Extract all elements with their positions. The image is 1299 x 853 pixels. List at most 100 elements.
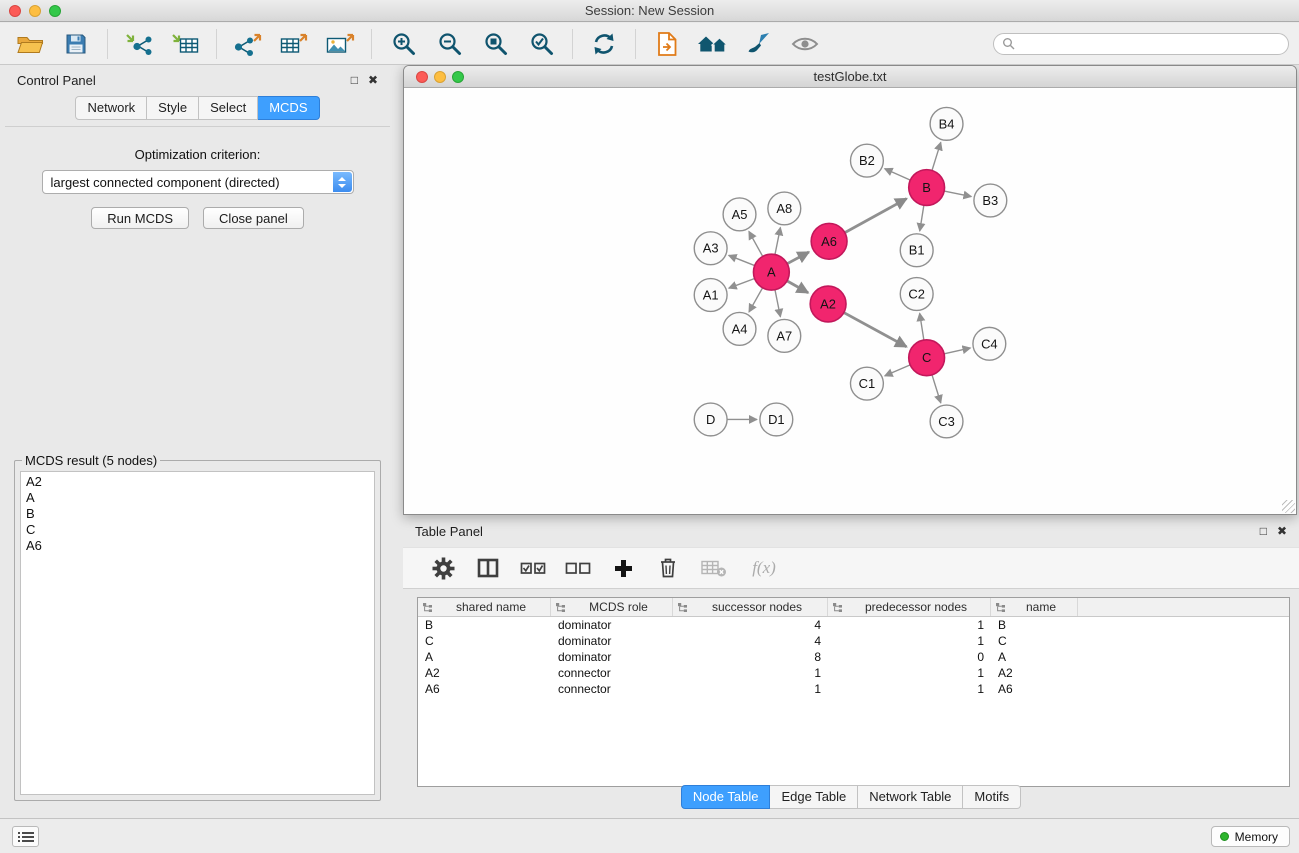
export-image-button[interactable] (322, 27, 358, 61)
graph-node-C2[interactable]: C2 (900, 278, 933, 311)
graph-edge-A-A7[interactable] (775, 290, 780, 317)
graph-edge-A-A6[interactable] (787, 252, 809, 264)
graph-edge-A-A8[interactable] (775, 227, 780, 254)
graph-edge-B-B3[interactable] (944, 191, 971, 196)
graph-node-C[interactable]: C (909, 340, 945, 376)
zoom-selected-button[interactable] (523, 27, 559, 61)
result-item[interactable]: C (26, 522, 369, 538)
column-header-name[interactable]: name (991, 598, 1078, 616)
graph-node-A[interactable]: A (753, 254, 789, 290)
table-tab-edge-table[interactable]: Edge Table (770, 785, 858, 809)
graph-node-A3[interactable]: A3 (694, 232, 727, 265)
minimize-view-button[interactable] (434, 71, 446, 83)
table-settings-button[interactable] (429, 551, 457, 585)
table-tab-node-table[interactable]: Node Table (681, 785, 771, 809)
style-button[interactable] (741, 27, 777, 61)
table-row[interactable]: Adominator80A (418, 649, 1289, 665)
function-builder-button[interactable]: f(x) (744, 551, 784, 585)
table-row[interactable]: Bdominator41B (418, 617, 1289, 633)
delete-table-button[interactable] (699, 551, 727, 585)
float-table-panel-icon[interactable]: □ (1260, 525, 1267, 537)
graph-node-C3[interactable]: C3 (930, 405, 963, 438)
close-window-button[interactable] (9, 5, 21, 17)
maximize-window-button[interactable] (49, 5, 61, 17)
result-item[interactable]: B (26, 506, 369, 522)
graph-edge-A-A2[interactable] (787, 281, 808, 293)
column-header-mcds-role[interactable]: MCDS role (551, 598, 673, 616)
deselect-all-button[interactable] (564, 551, 592, 585)
network-canvas-svg[interactable]: B4B2BB3A5A8A6B1A3AA1C2A2A4A7C4CC1DD1C3 (404, 89, 1296, 514)
graph-edge-C-C1[interactable] (885, 365, 910, 376)
column-header-shared-name[interactable]: shared name (418, 598, 551, 616)
zoom-in-button[interactable] (385, 27, 421, 61)
column-header-predecessor-nodes[interactable]: predecessor nodes (828, 598, 991, 616)
graph-node-B1[interactable]: B1 (900, 234, 933, 267)
result-item[interactable]: A2 (26, 474, 369, 490)
export-network-button[interactable] (230, 27, 266, 61)
task-history-button[interactable] (12, 826, 39, 847)
graph-edge-C-C4[interactable] (944, 348, 970, 354)
save-session-button[interactable] (58, 27, 94, 61)
column-header-successor-nodes[interactable]: successor nodes (673, 598, 828, 616)
network-window-titlebar[interactable]: testGlobe.txt (404, 66, 1296, 88)
graph-node-B[interactable]: B (909, 170, 945, 206)
export-table-button[interactable] (276, 27, 312, 61)
graph-edge-A2-C[interactable] (844, 313, 907, 347)
resize-grip[interactable] (1282, 500, 1295, 513)
show-hide-button[interactable] (787, 27, 823, 61)
show-columns-button[interactable] (474, 551, 502, 585)
graph-edge-A-A4[interactable] (749, 288, 763, 312)
table-tab-motifs[interactable]: Motifs (963, 785, 1021, 809)
table-row[interactable]: A2connector11A2 (418, 665, 1289, 681)
import-network-button[interactable] (121, 27, 157, 61)
close-panel-icon[interactable]: ✖ (368, 74, 378, 86)
add-column-button[interactable] (609, 551, 637, 585)
graph-edge-A-A3[interactable] (729, 255, 755, 265)
graph-node-D[interactable]: D (694, 403, 727, 436)
criterion-select[interactable]: largest connected component (directed) (42, 170, 354, 194)
import-table-button[interactable] (167, 27, 203, 61)
select-all-button[interactable] (519, 551, 547, 585)
close-panel-button[interactable]: Close panel (203, 207, 304, 229)
minimize-window-button[interactable] (29, 5, 41, 17)
search-input[interactable] (1020, 37, 1280, 51)
graph-node-A8[interactable]: A8 (768, 192, 801, 225)
graph-node-B4[interactable]: B4 (930, 107, 963, 140)
table-row[interactable]: A6connector11A6 (418, 681, 1289, 697)
graph-edge-B-B2[interactable] (885, 169, 911, 181)
mcds-result-list[interactable]: A2ABCA6 (20, 471, 375, 795)
graph-edge-C-C3[interactable] (932, 375, 941, 403)
graph-edge-B-B1[interactable] (920, 205, 924, 231)
graph-edge-B-B4[interactable] (932, 142, 941, 170)
graph-edge-A6-B[interactable] (845, 199, 907, 233)
new-network-from-selection-button[interactable] (649, 27, 685, 61)
graph-node-B3[interactable]: B3 (974, 184, 1007, 217)
run-mcds-button[interactable]: Run MCDS (91, 207, 189, 229)
graph-node-D1[interactable]: D1 (760, 403, 793, 436)
table-tab-network-table[interactable]: Network Table (858, 785, 963, 809)
tab-network[interactable]: Network (75, 96, 147, 120)
maximize-view-button[interactable] (452, 71, 464, 83)
graph-node-A4[interactable]: A4 (723, 312, 756, 345)
graph-node-A6[interactable]: A6 (811, 223, 847, 259)
open-session-button[interactable] (12, 27, 48, 61)
graph-node-C1[interactable]: C1 (850, 367, 883, 400)
graph-edge-C-C2[interactable] (920, 313, 924, 340)
tab-style[interactable]: Style (147, 96, 199, 120)
refresh-button[interactable] (586, 27, 622, 61)
close-view-button[interactable] (416, 71, 428, 83)
graph-node-B2[interactable]: B2 (850, 144, 883, 177)
tab-select[interactable]: Select (199, 96, 258, 120)
result-item[interactable]: A (26, 490, 369, 506)
zoom-fit-button[interactable] (477, 27, 513, 61)
network-canvas[interactable]: B4B2BB3A5A8A6B1A3AA1C2A2A4A7C4CC1DD1C3 (404, 89, 1296, 514)
graph-edge-A-A1[interactable] (729, 279, 755, 289)
zoom-out-button[interactable] (431, 27, 467, 61)
graph-node-A1[interactable]: A1 (694, 279, 727, 312)
tab-mcds[interactable]: MCDS (258, 96, 319, 120)
float-panel-icon[interactable]: □ (351, 74, 358, 86)
graph-node-A7[interactable]: A7 (768, 319, 801, 352)
graph-node-A2[interactable]: A2 (810, 286, 846, 322)
graph-edge-A-A5[interactable] (749, 231, 763, 256)
delete-column-button[interactable] (654, 551, 682, 585)
